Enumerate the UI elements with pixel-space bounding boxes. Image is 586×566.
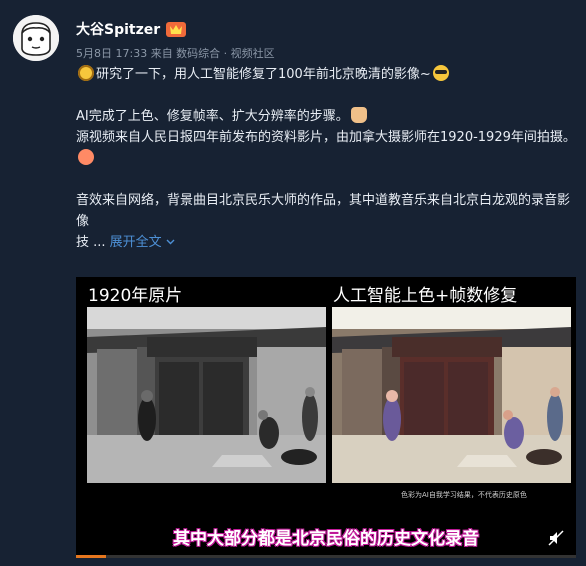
post-meta: 5月8日 17:33 来自 数码综合 · 视频社区 (76, 47, 275, 60)
video-progress-bar[interactable] (76, 555, 576, 558)
username-text[interactable]: 大谷Spitzer (76, 19, 160, 39)
color-disclaimer: 色彩为AI自我学习结果，不代表历史原色 (401, 491, 527, 499)
username[interactable]: 大谷Spitzer (76, 19, 187, 39)
vip-badge-icon (166, 21, 187, 37)
volume-muted-icon[interactable] (548, 530, 564, 546)
video-player[interactable]: 1920年原片 人工智能上色+帧数修复 色彩为AI自我学习结果，不代表历史原色 … (76, 277, 576, 558)
shy-face-icon (78, 149, 94, 165)
post-line-1-text: 研究了一下，用人工智能修复了100年前北京晚清的影像~ (96, 67, 431, 82)
original-footage-caption: 1920年原片 (88, 286, 183, 306)
expand-full-text-link[interactable]: 展开全文 (110, 235, 175, 250)
post-line-2-text: AI完成了上色、修复帧率、扩大分辨率的步骤。 (76, 109, 349, 124)
restored-footage-caption: 人工智能上色+帧数修复 (333, 286, 518, 306)
original-footage-frame (87, 307, 326, 483)
post-line-4: 音效来自网络，背景曲目北京民乐大师的作品，其中道教音乐来自北京白龙观的录音影像 (76, 193, 571, 229)
avatar[interactable] (13, 15, 59, 61)
thumbs-up-icon (350, 107, 367, 123)
video-subtitle: 其中大部分都是北京民俗的历史文化录音 (173, 529, 479, 549)
restored-footage-frame (332, 307, 571, 483)
post-line-2: AI完成了上色、修复帧率、扩大分辨率的步骤。 (76, 106, 576, 127)
nerd-face-icon (78, 65, 94, 81)
video-progress-fill (76, 555, 106, 558)
post-line-5: 技 ... 展开全文 (76, 232, 576, 253)
post-line-3: 源视频来自人民日报四年前发布的资料影片，由加拿大摄影师在1920-1929年间拍… (76, 127, 576, 169)
cool-face-icon (432, 65, 449, 81)
chevron-down-icon[interactable] (166, 237, 175, 246)
expand-label[interactable]: 展开全文 (110, 235, 162, 250)
post-line-1: 研究了一下，用人工智能修复了100年前北京晚清的影像~ (76, 64, 576, 85)
post-body: 研究了一下，用人工智能修复了100年前北京晚清的影像~ AI完成了上色、修复帧率… (76, 64, 576, 253)
truncated-text: 技 ... (76, 235, 106, 250)
post-line-3-text: 源视频来自人民日报四年前发布的资料影片，由加拿大摄影师在1920-1929年间拍… (76, 130, 576, 145)
